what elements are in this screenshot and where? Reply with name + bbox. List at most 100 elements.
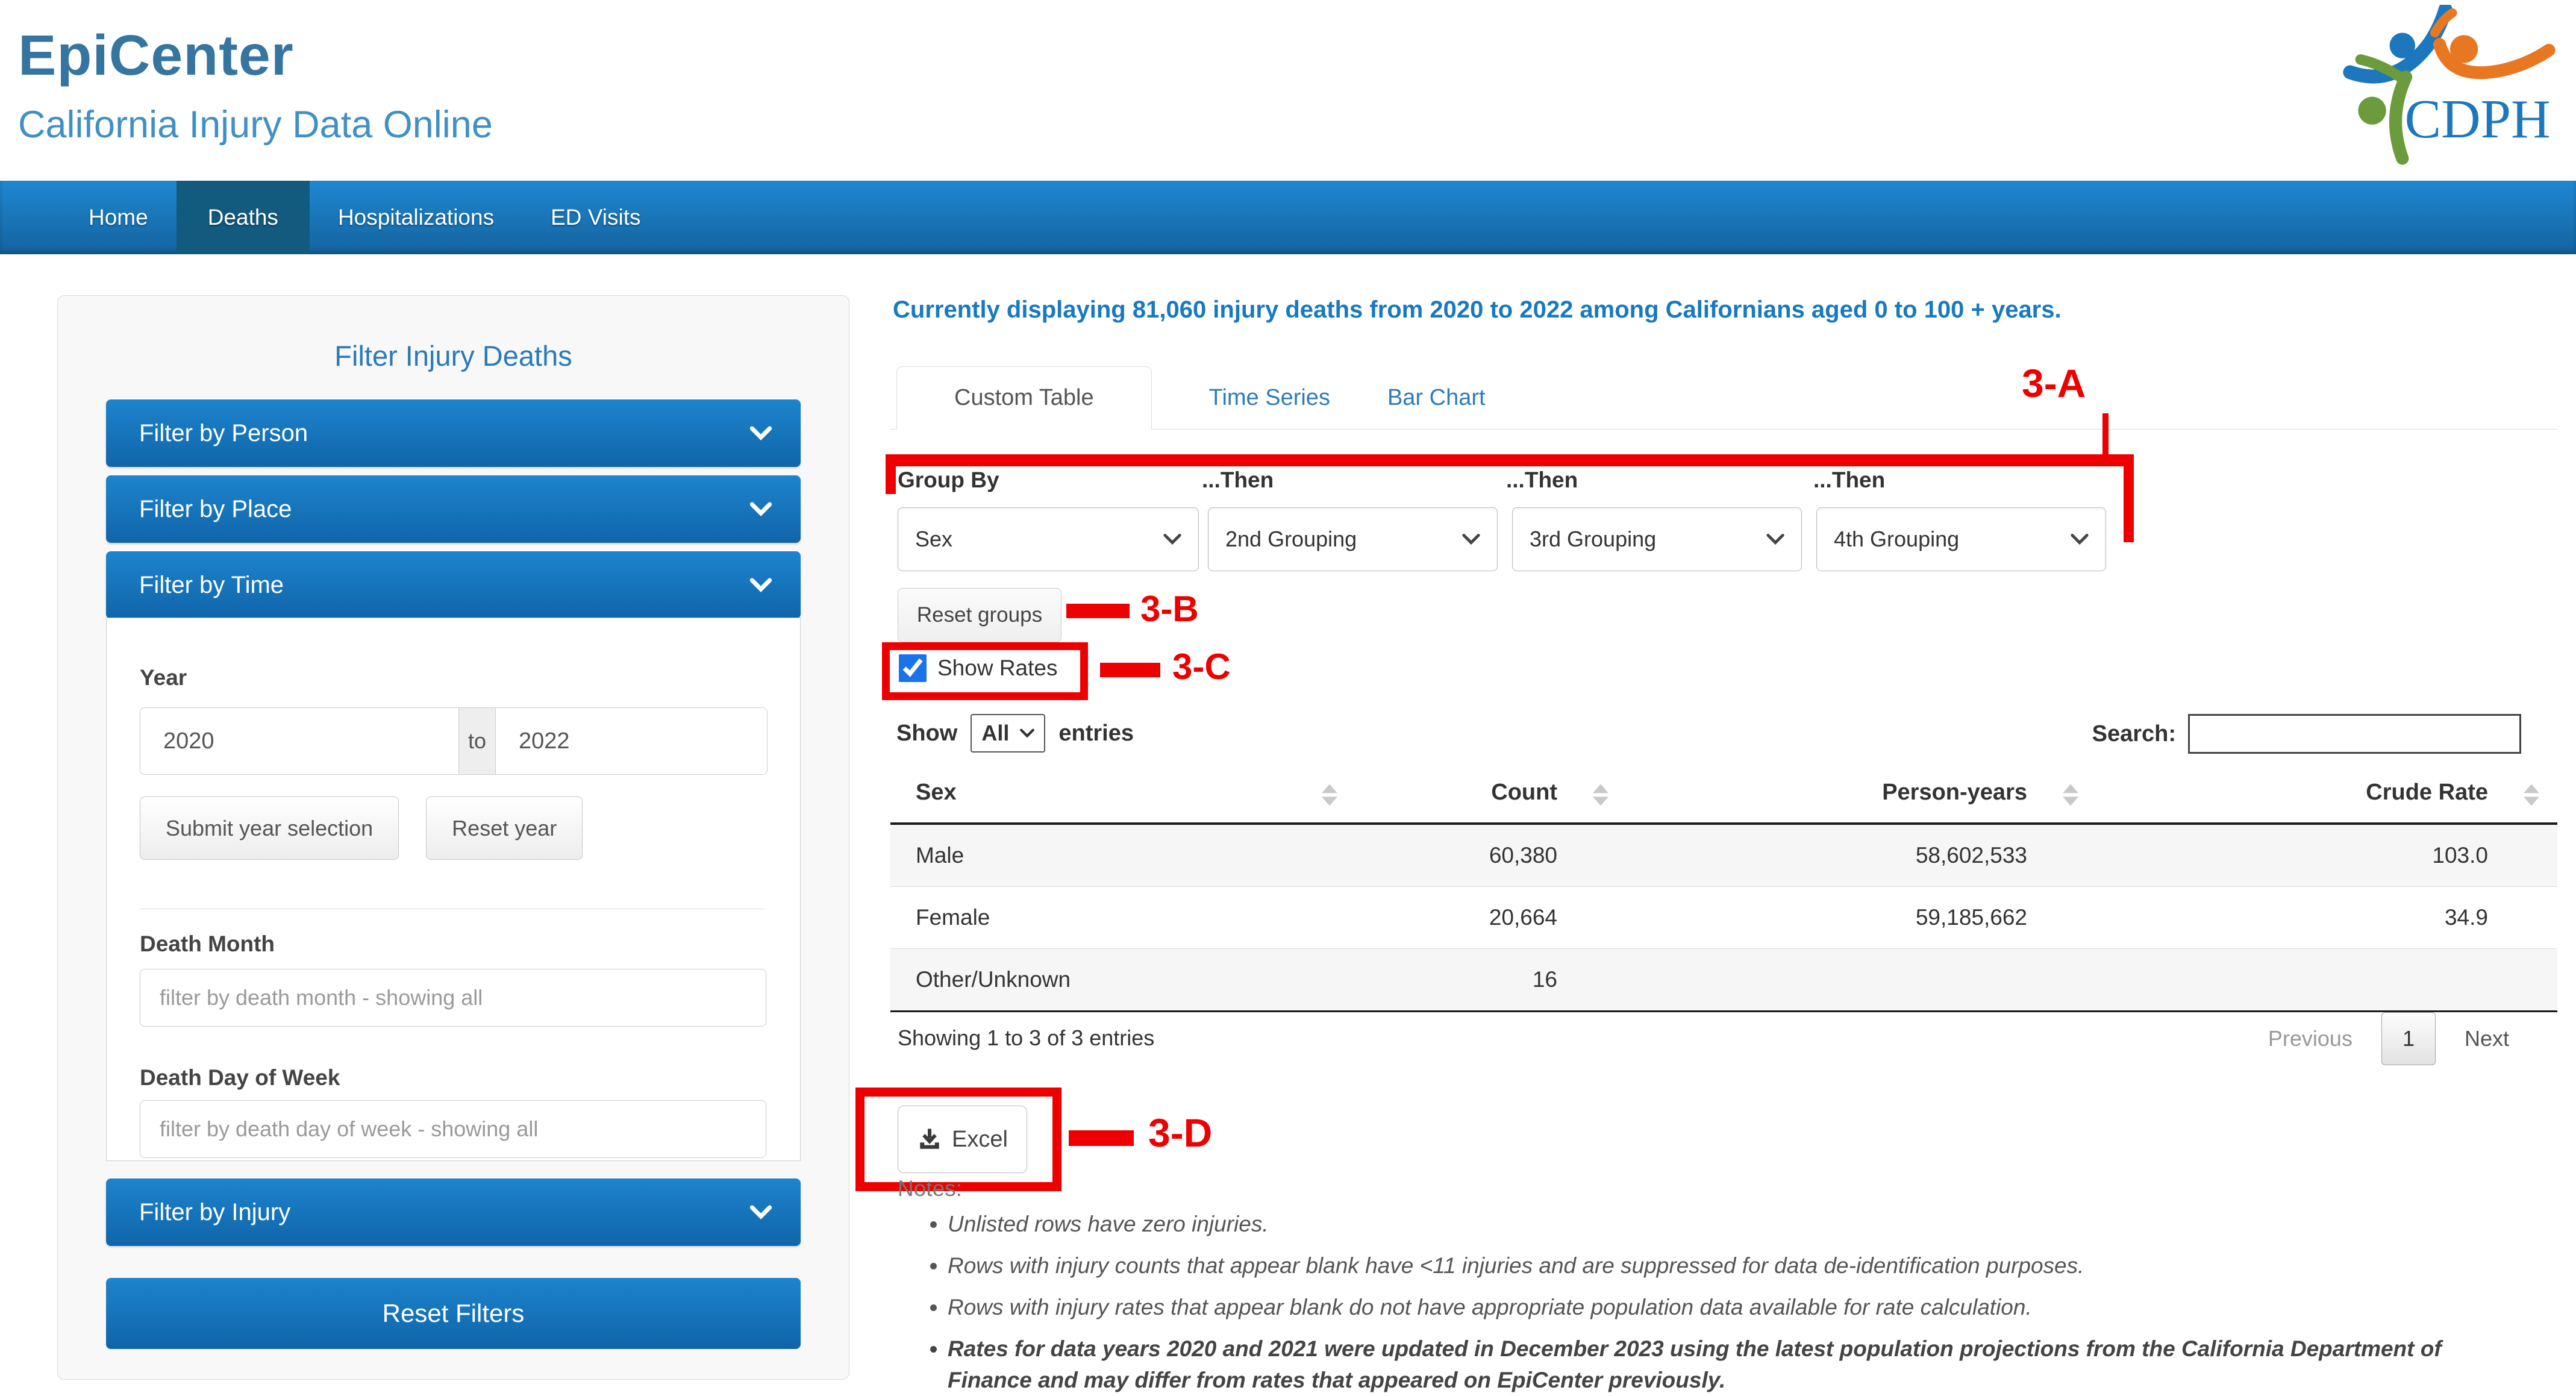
next-page-button[interactable]: Next (2465, 1026, 2509, 1051)
download-icon (920, 1128, 939, 1149)
notes-title: Notes: (898, 1176, 962, 1201)
death-month-input[interactable] (140, 969, 766, 1027)
death-day-of-week-label: Death Day of Week (140, 1065, 340, 1090)
cell-person-years (1627, 948, 2096, 1012)
column-header-person-years-label: Person-years (1882, 780, 2027, 805)
excel-export-button[interactable]: Excel (898, 1106, 1027, 1173)
annotation-3a-left-tick (886, 454, 896, 494)
cell-sex: Male (916, 843, 964, 868)
show-rates-label: Show Rates (937, 656, 1058, 680)
group-by-select-2[interactable]: 2nd Grouping (1208, 507, 1498, 571)
then-label-2: ...Then (1202, 468, 1274, 492)
chevron-down-icon (750, 426, 772, 440)
show-rates-row: Show Rates (899, 654, 1058, 682)
year-to-connector: to (458, 707, 496, 775)
filter-panel-title: Filter Injury Deaths (334, 340, 572, 372)
previous-page-button[interactable]: Previous (2268, 1026, 2352, 1051)
main-nav: Home Deaths Hospitalizations ED Visits (0, 181, 2576, 254)
year-from-input[interactable] (140, 707, 459, 775)
year-to-input[interactable] (495, 707, 767, 775)
cdph-logo-text: CDPH (2405, 89, 2551, 149)
death-day-of-week-input[interactable] (140, 1100, 766, 1158)
reset-groups-button[interactable]: Reset groups (898, 588, 1061, 642)
accordion-filter-by-time-label: Filter by Time (139, 571, 284, 598)
nav-ed-visits[interactable]: ED Visits (522, 181, 669, 254)
note-item: Unlisted rows have zero injuries. (948, 1209, 2442, 1240)
filter-panel: Filter Injury Deaths Filter by Person Fi… (57, 295, 849, 1380)
accordion-filter-by-person-label: Filter by Person (139, 419, 308, 446)
annotation-3c-dash (1100, 663, 1160, 677)
nav-hospitalizations[interactable]: Hospitalizations (310, 181, 522, 254)
cell-count: 16 (1355, 948, 1627, 1012)
tab-time-series[interactable]: Time Series (1209, 385, 1330, 411)
column-header-sex-label: Sex (916, 780, 957, 805)
column-header-count[interactable]: Count (1355, 771, 1627, 825)
column-header-crude-rate-label: Crude Rate (2366, 780, 2488, 805)
cell-crude-rate (2096, 948, 2557, 1012)
table-row: Other/Unknown 16 (890, 948, 2557, 1012)
column-header-crude-rate[interactable]: Crude Rate (2096, 771, 2557, 825)
table-header-row: Sex Count Person-years Crude Rate (890, 771, 2557, 825)
chevron-down-icon (1766, 534, 1784, 545)
cdph-logo: CDPH (2333, 2, 2565, 172)
group-by-select-4-value: 4th Grouping (1834, 527, 1960, 551)
submit-year-button[interactable]: Submit year selection (140, 797, 399, 860)
pagination: Previous 1 Next (2268, 1012, 2509, 1065)
show-rates-checkbox[interactable] (899, 654, 927, 682)
accordion-filter-by-person[interactable]: Filter by Person (106, 399, 801, 467)
accordion-filter-by-place[interactable]: Filter by Place (106, 475, 801, 543)
sort-icon (2524, 783, 2540, 806)
accordion-filter-by-place-label: Filter by Place (139, 495, 292, 522)
column-header-person-years[interactable]: Person-years (1627, 771, 2096, 825)
show-entries-label: Show (896, 720, 958, 746)
group-by-select-4[interactable]: 4th Grouping (1816, 507, 2106, 571)
tab-custom-table[interactable]: Custom Table (896, 366, 1152, 430)
annotation-3c-label: 3-C (1172, 646, 1231, 687)
cell-crude-rate: 103.0 (2432, 843, 2488, 868)
reset-year-button[interactable]: Reset year (426, 797, 583, 860)
cell-sex: Female (890, 886, 1355, 949)
cell-person-years: 58,602,533 (1915, 843, 2027, 868)
brand: EpiCenter California Injury Data Online (18, 23, 493, 146)
search-row: Search: (2092, 714, 2521, 754)
entries-length-select[interactable]: All (971, 714, 1046, 753)
table-row: Male 60,380 58,602,533 103.0 (890, 824, 2557, 887)
sort-icon (1322, 783, 1339, 806)
annotation-3a-right-tick (2124, 454, 2134, 542)
tab-bar: Custom Table Time Series Bar Chart (890, 366, 2557, 430)
sort-icon (1593, 783, 1610, 806)
epicenter-page: EpiCenter California Injury Data Online … (0, 0, 2576, 1396)
app-title: EpiCenter (18, 23, 294, 87)
main-content: Currently displaying 81,060 injury death… (855, 295, 2557, 1396)
accordion-filter-by-time[interactable]: Filter by Time (106, 551, 801, 619)
accordion-filter-by-injury-label: Filter by Injury (139, 1198, 291, 1225)
note-item: Rates for data years 2020 and 2021 were … (948, 1333, 2442, 1396)
tab-bar-chart[interactable]: Bar Chart (1387, 385, 1486, 411)
app-subtitle: California Injury Data Online (18, 104, 493, 146)
column-header-sex[interactable]: Sex (890, 771, 1355, 825)
annotation-3a-label: 3-A (2022, 361, 2086, 405)
chevron-down-icon (1462, 534, 1480, 545)
then-label-4: ...Then (1813, 468, 1886, 492)
showing-entries-text: Showing 1 to 3 of 3 entries (898, 1025, 1155, 1050)
entries-length-value: All (981, 721, 1010, 745)
cell-crude-rate: 34.9 (2096, 886, 2557, 949)
entries-row: Show All entries (896, 714, 1134, 753)
group-by-select-1[interactable]: Sex (898, 507, 1199, 571)
accordion-filter-by-injury[interactable]: Filter by Injury (106, 1178, 801, 1246)
column-header-count-label: Count (1491, 780, 1557, 805)
group-by-select-3[interactable]: 3rd Grouping (1512, 507, 1802, 571)
group-by-select-2-value: 2nd Grouping (1225, 527, 1357, 551)
chevron-down-icon (1020, 728, 1035, 738)
chevron-down-icon (2071, 534, 2089, 545)
nav-deaths[interactable]: Deaths (176, 181, 310, 254)
search-input[interactable] (2188, 714, 2521, 754)
death-month-label: Death Month (140, 931, 275, 956)
entries-suffix-label: entries (1058, 720, 1134, 746)
search-label: Search: (2092, 721, 2176, 747)
note-item: Rows with injury counts that appear blan… (948, 1250, 2442, 1282)
nav-home[interactable]: Home (60, 181, 177, 254)
excel-export-label: Excel (952, 1126, 1008, 1152)
page-number-button[interactable]: 1 (2381, 1012, 2436, 1065)
reset-filters-button[interactable]: Reset Filters (106, 1278, 801, 1349)
